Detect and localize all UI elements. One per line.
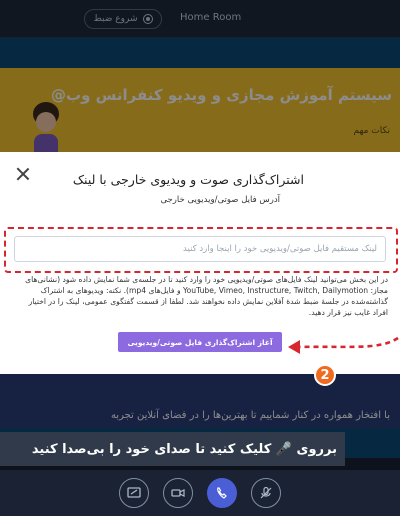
annotation-arrow (288, 336, 399, 354)
step-number-badge: 2 (314, 364, 336, 386)
